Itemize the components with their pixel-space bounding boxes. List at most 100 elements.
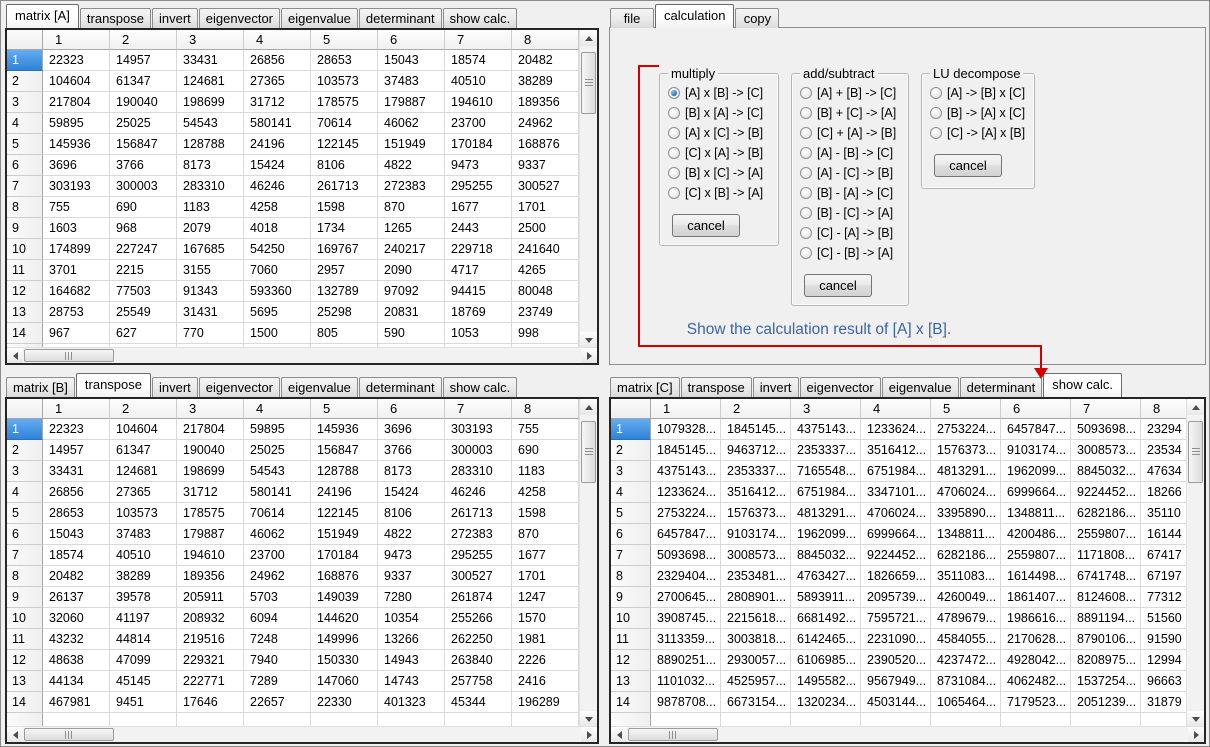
scroll-up-icon[interactable] xyxy=(1187,399,1204,415)
matrix_a-cell-r13c2[interactable]: 25549 xyxy=(110,302,177,323)
matrix_c-cell-r13c4[interactable]: 9567949... xyxy=(861,671,931,692)
matrix_c-cell-r9c2[interactable]: 2808901... xyxy=(721,587,791,608)
matrix_b-cell-r9c3[interactable]: 205911 xyxy=(177,587,244,608)
matrix_b-cell-r12c5[interactable]: 150330 xyxy=(311,650,378,671)
matrix_c-cell-r2c2[interactable]: 9463712... xyxy=(721,440,791,461)
matrix_a-cell-r4c8[interactable]: 24962 xyxy=(512,113,579,134)
scroll-up-icon[interactable] xyxy=(580,30,597,46)
matrix_a-row-header-11[interactable]: 11 xyxy=(7,260,43,281)
matrix_a-cell-r8c8[interactable]: 1701 xyxy=(512,197,579,218)
scroll-right-icon[interactable] xyxy=(581,348,597,363)
matrix_a-cell-r1c8[interactable]: 20482 xyxy=(512,50,579,71)
matrix_a-cell-r8c6[interactable]: 870 xyxy=(378,197,445,218)
matrix_a-cell-r7c5[interactable]: 261713 xyxy=(311,176,378,197)
matrix_c-cell-r1c2[interactable]: 1845145... xyxy=(721,419,791,440)
matrix_a-cell-r11c8[interactable]: 4265 xyxy=(512,260,579,281)
matrix_c-cell-r4c1[interactable]: 1233624... xyxy=(651,482,721,503)
matrix_b-cell-r14c3[interactable]: 17646 xyxy=(177,692,244,713)
matrix_c-row-header-3[interactable]: 3 xyxy=(611,461,651,482)
matrix_a-cell-r2c8[interactable]: 38289 xyxy=(512,71,579,92)
matrix_b-cell-r4c6[interactable]: 15424 xyxy=(378,482,445,503)
scroll-left-icon[interactable] xyxy=(7,727,23,742)
add-subtract-option-a-c-b[interactable]: [A] - [C] -> [B] xyxy=(792,163,908,183)
matrix_a-row-header-9[interactable]: 9 xyxy=(7,218,43,239)
matrix_a-tab-transpose[interactable]: transpose xyxy=(79,8,151,28)
matrix_c-cell-r7c6[interactable]: 2559807... xyxy=(1001,545,1071,566)
matrix_b-cell-r10c6[interactable]: 10354 xyxy=(378,608,445,629)
matrix_b-cell-r4c8[interactable]: 4258 xyxy=(512,482,579,503)
matrix_b-col-header-6[interactable]: 6 xyxy=(378,399,445,419)
matrix_b-cell-r6c1[interactable]: 15043 xyxy=(43,524,110,545)
matrix_a-cell-r9c4[interactable]: 4018 xyxy=(244,218,311,239)
matrix_b-vertical-scrollbar[interactable] xyxy=(579,399,597,727)
matrix_c-row-header-7[interactable]: 7 xyxy=(611,545,651,566)
matrix_b-cell-r4c2[interactable]: 27365 xyxy=(110,482,177,503)
matrix_a-cell-r13c6[interactable]: 20831 xyxy=(378,302,445,323)
matrix_a-cell-r3c5[interactable]: 178575 xyxy=(311,92,378,113)
add-subtract-option-c-a-b[interactable]: [C] - [A] -> [B] xyxy=(792,223,908,243)
matrix_a-cell-r13c7[interactable]: 18769 xyxy=(445,302,512,323)
matrix_c-col-header-7[interactable]: 7 xyxy=(1071,399,1141,419)
matrix_a-cell-r14c4[interactable]: 1500 xyxy=(244,323,311,344)
matrix_c-cell-r3c2[interactable]: 2353337... xyxy=(721,461,791,482)
matrix_a-cell-r4c5[interactable]: 70614 xyxy=(311,113,378,134)
multiply-option-a-x-b-c[interactable]: [A] x [B] -> [C] xyxy=(660,83,778,103)
matrix_c-cell-r5c3[interactable]: 4813291... xyxy=(791,503,861,524)
scroll-left-icon[interactable] xyxy=(611,727,627,742)
matrix_c-cell-r12c6[interactable]: 4928042... xyxy=(1001,650,1071,671)
multiply-option-c-x-b-a[interactable]: [C] x [B] -> [A] xyxy=(660,183,778,203)
matrix_a-cell-r2c4[interactable]: 27365 xyxy=(244,71,311,92)
matrix_b-row-header-1[interactable]: 1 xyxy=(7,419,43,440)
matrix_c-cell-r8c7[interactable]: 6741748... xyxy=(1071,566,1141,587)
matrix_b-cell-r4c3[interactable]: 31712 xyxy=(177,482,244,503)
matrix_c-cell-r7c3[interactable]: 8845032... xyxy=(791,545,861,566)
matrix_a-cell-r6c7[interactable]: 9473 xyxy=(445,155,512,176)
matrix_a-cell-r11c6[interactable]: 2090 xyxy=(378,260,445,281)
matrix_b-cell-r9c1[interactable]: 26137 xyxy=(43,587,110,608)
matrix_a-cell-r11c2[interactable]: 2215 xyxy=(110,260,177,281)
matrix_b-row-header-2[interactable]: 2 xyxy=(7,440,43,461)
matrix_b-cell-r4c4[interactable]: 580141 xyxy=(244,482,311,503)
matrix_a-cell-r10c5[interactable]: 169767 xyxy=(311,239,378,260)
matrix_b-row-header-13[interactable]: 13 xyxy=(7,671,43,692)
matrix_b-vscroll-thumb[interactable] xyxy=(581,421,596,483)
matrix_b-cell-r6c7[interactable]: 272383 xyxy=(445,524,512,545)
matrix_c-cell-r13c1[interactable]: 1101032... xyxy=(651,671,721,692)
matrix_c-cell-r12c2[interactable]: 2930057... xyxy=(721,650,791,671)
matrix_b-tab-matrix-b[interactable]: matrix [B] xyxy=(6,377,75,397)
matrix_a-cell-r1c2[interactable]: 14957 xyxy=(110,50,177,71)
multiply-option-b-x-a-c[interactable]: [B] x [A] -> [C] xyxy=(660,103,778,123)
matrix_a-cell-r8c5[interactable]: 1598 xyxy=(311,197,378,218)
matrix_b-cell-r13c6[interactable]: 14743 xyxy=(378,671,445,692)
lu-decompose-option-c-a-x-b[interactable]: [C] -> [A] x [B] xyxy=(922,123,1034,143)
matrix_c-row-header-5[interactable]: 5 xyxy=(611,503,651,524)
matrix_b-cell-r7c4[interactable]: 23700 xyxy=(244,545,311,566)
matrix_a-cell-r4c7[interactable]: 23700 xyxy=(445,113,512,134)
matrix_a-cell-r12c3[interactable]: 91343 xyxy=(177,281,244,302)
matrix_a-tab-determinant[interactable]: determinant xyxy=(358,8,442,28)
matrix_c-cell-r14c7[interactable]: 2051239... xyxy=(1071,692,1141,713)
matrix_a-row-header-5[interactable]: 5 xyxy=(7,134,43,155)
matrix_b-cell-r9c8[interactable]: 1247 xyxy=(512,587,579,608)
matrix_a-cell-r3c1[interactable]: 217804 xyxy=(43,92,110,113)
matrix_b-cell-r2c2[interactable]: 61347 xyxy=(110,440,177,461)
matrix_a-cell-r13c8[interactable]: 23749 xyxy=(512,302,579,323)
matrix_a-cell-r9c6[interactable]: 1265 xyxy=(378,218,445,239)
matrix_a-cell-r1c4[interactable]: 26856 xyxy=(244,50,311,71)
matrix_b-col-header-3[interactable]: 3 xyxy=(177,399,244,419)
matrix_a-cell-r3c4[interactable]: 31712 xyxy=(244,92,311,113)
matrix_c-cell-r7c5[interactable]: 6282186... xyxy=(931,545,1001,566)
matrix_b-col-header-4[interactable]: 4 xyxy=(244,399,311,419)
matrix_b-cell-r7c8[interactable]: 1677 xyxy=(512,545,579,566)
matrix_a-col-header-8[interactable]: 8 xyxy=(512,30,579,50)
matrix_a-row-header-2[interactable]: 2 xyxy=(7,71,43,92)
matrix_b-cell-r5c6[interactable]: 8106 xyxy=(378,503,445,524)
matrix_c-cell-r6c6[interactable]: 4200486... xyxy=(1001,524,1071,545)
matrix_c-cell-r6c4[interactable]: 6999664... xyxy=(861,524,931,545)
matrix_a-cell-r6c1[interactable]: 3696 xyxy=(43,155,110,176)
matrix_c-row-header-10[interactable]: 10 xyxy=(611,608,651,629)
matrix_c-cell-r11c7[interactable]: 8790106... xyxy=(1071,629,1141,650)
matrix_b-cell-r11c1[interactable]: 43232 xyxy=(43,629,110,650)
matrix_b-row-header-7[interactable]: 7 xyxy=(7,545,43,566)
matrix_a-cell-r3c2[interactable]: 190040 xyxy=(110,92,177,113)
